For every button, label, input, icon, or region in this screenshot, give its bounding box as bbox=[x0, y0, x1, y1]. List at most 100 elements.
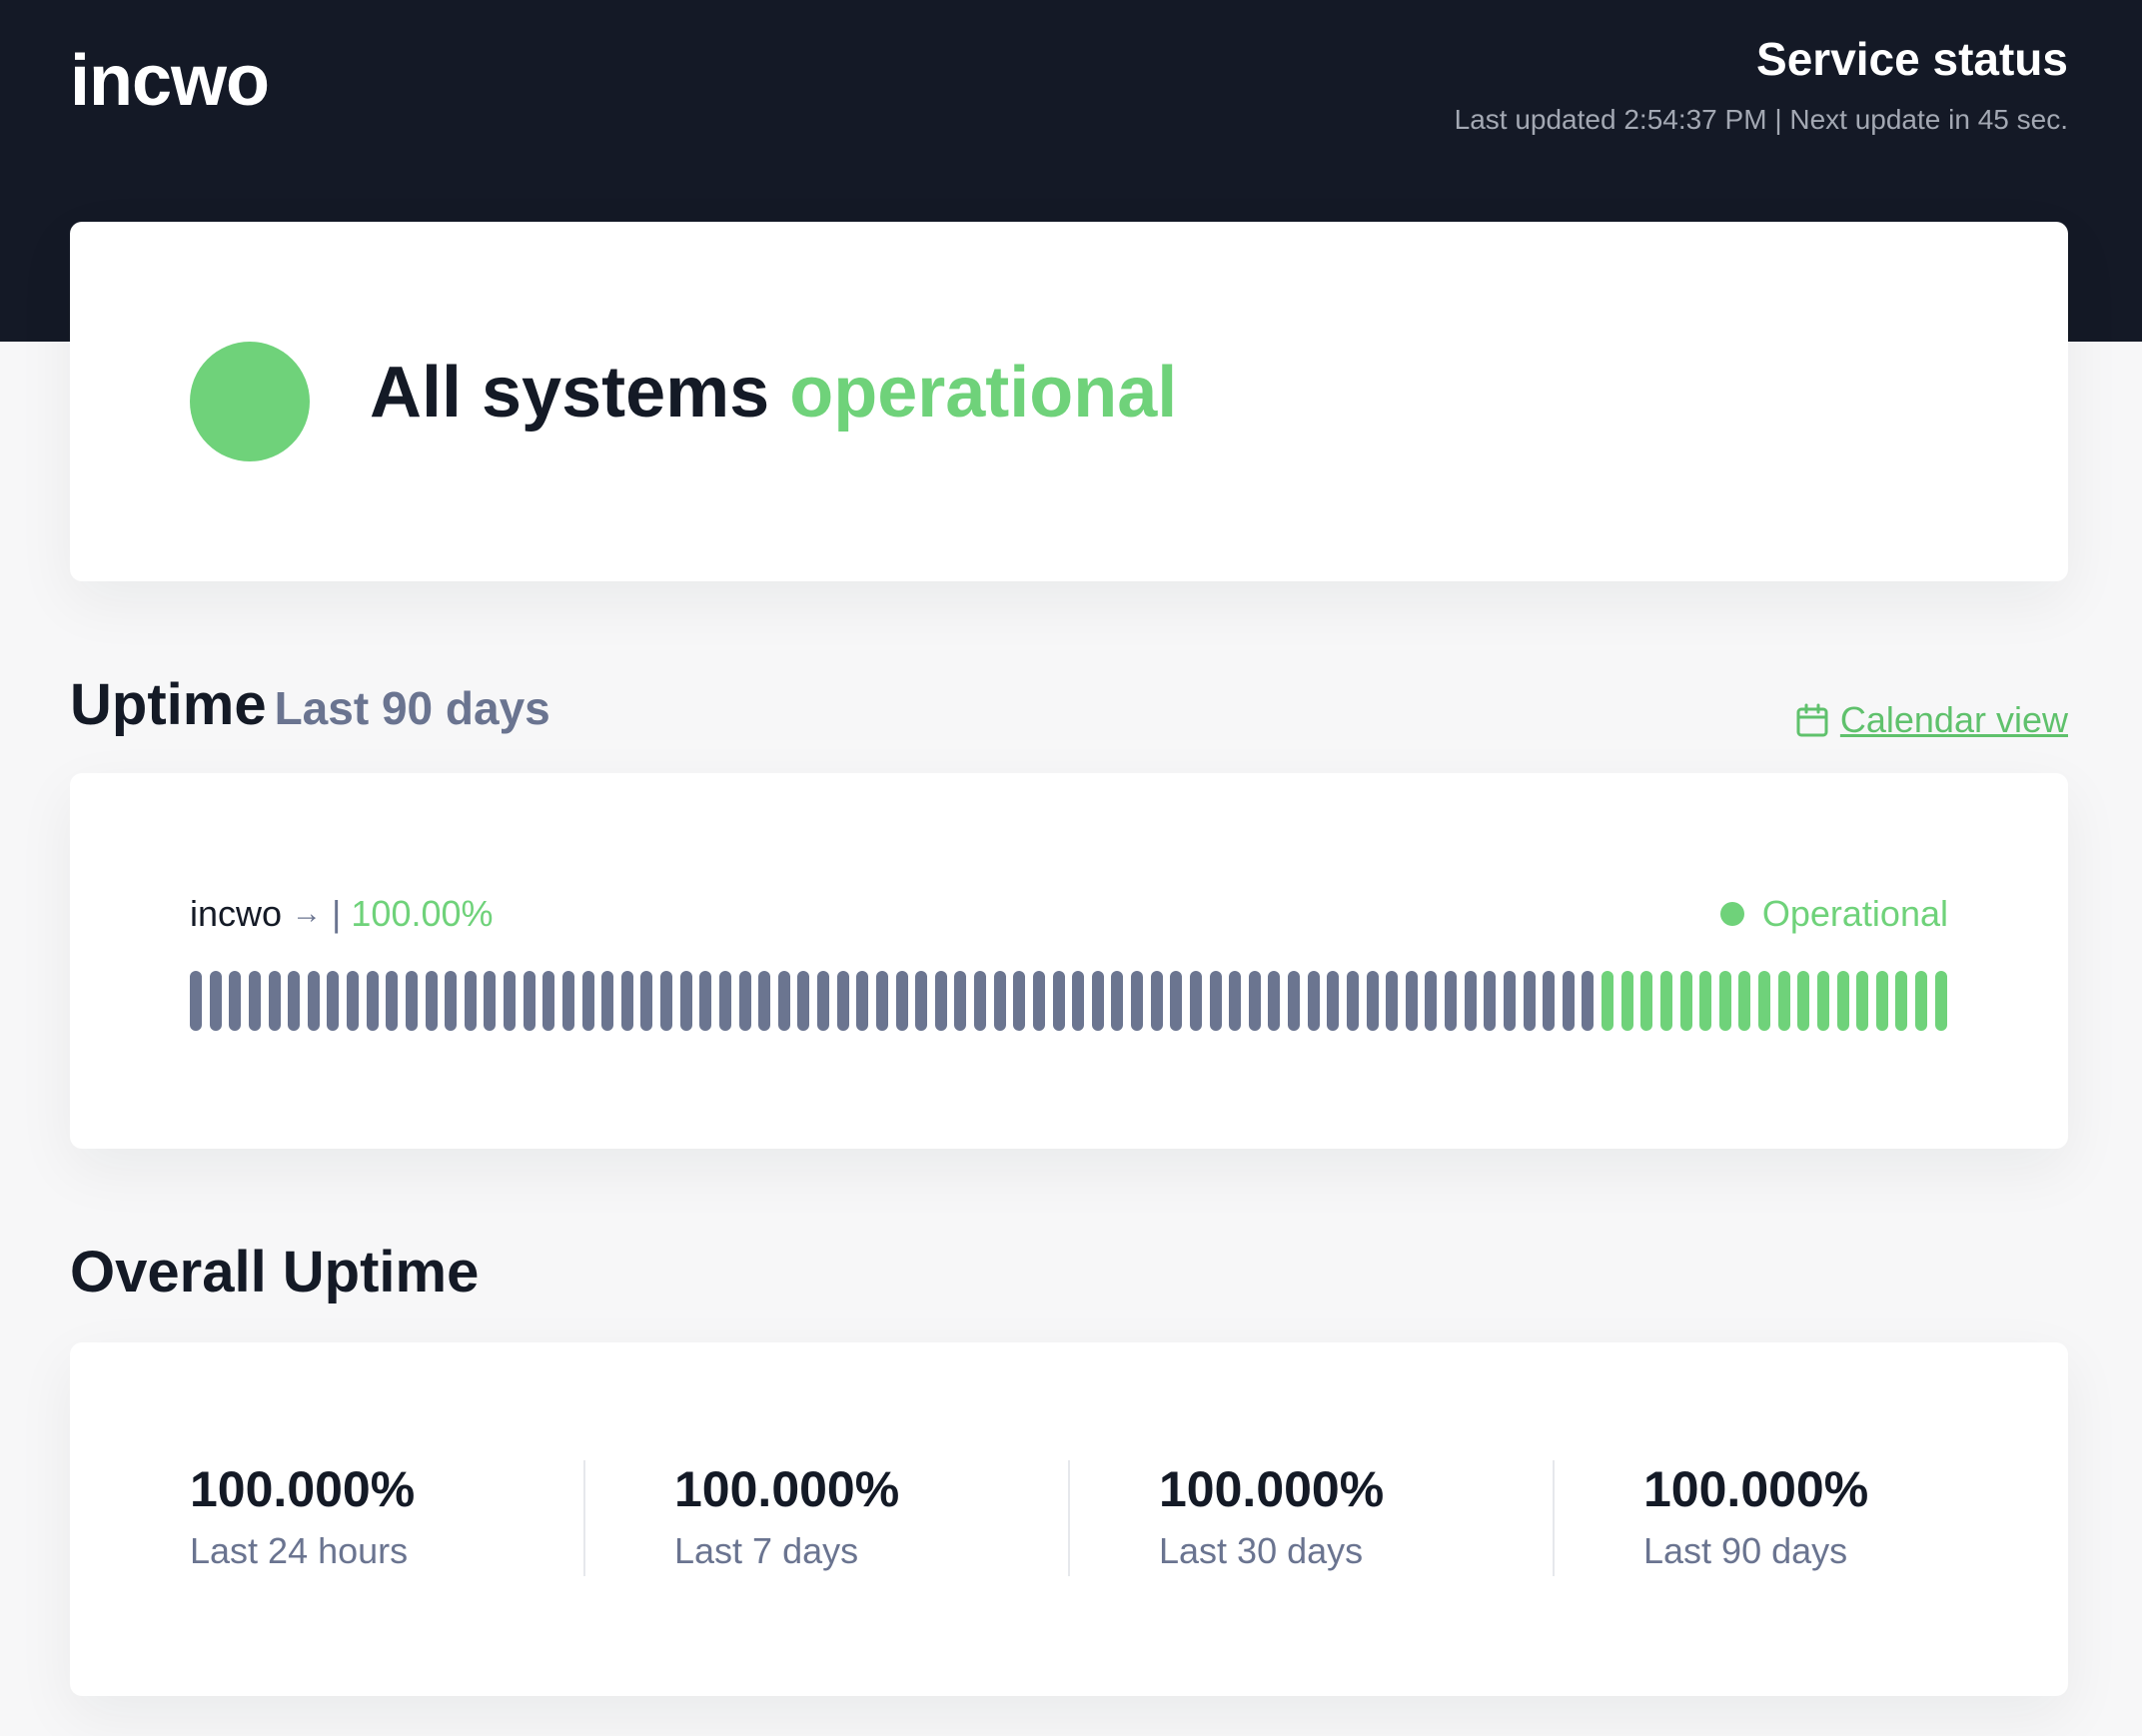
uptime-bar-no-data[interactable] bbox=[484, 971, 497, 1031]
uptime-bar-no-data[interactable] bbox=[542, 971, 555, 1031]
uptime-bar-no-data[interactable] bbox=[718, 971, 731, 1031]
uptime-bars bbox=[190, 971, 1948, 1031]
uptime-bar-no-data[interactable] bbox=[875, 971, 888, 1031]
uptime-bar-no-data[interactable] bbox=[1327, 971, 1340, 1031]
uptime-bar-no-data[interactable] bbox=[190, 971, 202, 1031]
uptime-bar-no-data[interactable] bbox=[1248, 971, 1261, 1031]
uptime-bar-no-data[interactable] bbox=[1111, 971, 1124, 1031]
uptime-bar-no-data[interactable] bbox=[1052, 971, 1065, 1031]
uptime-bar-operational[interactable] bbox=[1640, 971, 1653, 1031]
uptime-bar-no-data[interactable] bbox=[1170, 971, 1183, 1031]
uptime-bar-operational[interactable] bbox=[1659, 971, 1672, 1031]
uptime-bar-no-data[interactable] bbox=[523, 971, 536, 1031]
uptime-bar-no-data[interactable] bbox=[601, 971, 614, 1031]
uptime-bar-no-data[interactable] bbox=[817, 971, 829, 1031]
uptime-bar-operational[interactable] bbox=[1895, 971, 1908, 1031]
uptime-bar-no-data[interactable] bbox=[895, 971, 908, 1031]
uptime-bar-no-data[interactable] bbox=[620, 971, 633, 1031]
uptime-bar-no-data[interactable] bbox=[1386, 971, 1399, 1031]
uptime-bar-no-data[interactable] bbox=[1288, 971, 1300, 1031]
monitor-name[interactable]: incwo bbox=[190, 893, 282, 935]
uptime-bar-operational[interactable] bbox=[1816, 971, 1829, 1031]
uptime-bar-no-data[interactable] bbox=[1425, 971, 1438, 1031]
uptime-bar-no-data[interactable] bbox=[581, 971, 594, 1031]
uptime-bar-no-data[interactable] bbox=[288, 971, 301, 1031]
uptime-bar-no-data[interactable] bbox=[366, 971, 379, 1031]
uptime-bar-no-data[interactable] bbox=[386, 971, 399, 1031]
label-separator: | bbox=[332, 893, 342, 934]
uptime-bar-no-data[interactable] bbox=[1150, 971, 1163, 1031]
uptime-bar-no-data[interactable] bbox=[1543, 971, 1556, 1031]
uptime-bar-no-data[interactable] bbox=[1405, 971, 1418, 1031]
uptime-bar-no-data[interactable] bbox=[1503, 971, 1516, 1031]
uptime-bar-no-data[interactable] bbox=[1091, 971, 1104, 1031]
uptime-bar-no-data[interactable] bbox=[464, 971, 477, 1031]
uptime-bar-operational[interactable] bbox=[1738, 971, 1751, 1031]
uptime-bar-no-data[interactable] bbox=[797, 971, 810, 1031]
uptime-bar-no-data[interactable] bbox=[836, 971, 849, 1031]
uptime-bar-no-data[interactable] bbox=[1582, 971, 1595, 1031]
uptime-bar-no-data[interactable] bbox=[307, 971, 320, 1031]
uptime-bar-no-data[interactable] bbox=[1484, 971, 1497, 1031]
uptime-bar-no-data[interactable] bbox=[209, 971, 222, 1031]
uptime-bar-no-data[interactable] bbox=[445, 971, 458, 1031]
uptime-bar-no-data[interactable] bbox=[1464, 971, 1477, 1031]
uptime-bar-no-data[interactable] bbox=[268, 971, 281, 1031]
uptime-bar-operational[interactable] bbox=[1620, 971, 1633, 1031]
uptime-bar-no-data[interactable] bbox=[679, 971, 692, 1031]
calendar-view-link[interactable]: Calendar view bbox=[1796, 699, 2068, 741]
arrow-right-icon[interactable]: → bbox=[292, 897, 322, 931]
uptime-bar-operational[interactable] bbox=[1856, 971, 1869, 1031]
uptime-bar-operational[interactable] bbox=[1836, 971, 1849, 1031]
uptime-bar-operational[interactable] bbox=[1934, 971, 1947, 1031]
uptime-bar-operational[interactable] bbox=[1699, 971, 1712, 1031]
uptime-bar-operational[interactable] bbox=[1797, 971, 1810, 1031]
uptime-bar-no-data[interactable] bbox=[915, 971, 928, 1031]
uptime-bar-no-data[interactable] bbox=[738, 971, 751, 1031]
uptime-bar-no-data[interactable] bbox=[347, 971, 359, 1031]
uptime-bar-operational[interactable] bbox=[1777, 971, 1790, 1031]
uptime-bar-no-data[interactable] bbox=[993, 971, 1006, 1031]
logo[interactable]: incwo bbox=[70, 40, 270, 122]
uptime-bar-no-data[interactable] bbox=[1072, 971, 1085, 1031]
uptime-bar-no-data[interactable] bbox=[1131, 971, 1143, 1031]
uptime-bar-no-data[interactable] bbox=[1268, 971, 1281, 1031]
uptime-bar-no-data[interactable] bbox=[327, 971, 340, 1031]
uptime-bar-no-data[interactable] bbox=[974, 971, 986, 1031]
uptime-bar-no-data[interactable] bbox=[660, 971, 672, 1031]
uptime-bar-no-data[interactable] bbox=[1229, 971, 1242, 1031]
uptime-bar-no-data[interactable] bbox=[561, 971, 574, 1031]
uptime-bar-no-data[interactable] bbox=[425, 971, 438, 1031]
uptime-bar-operational[interactable] bbox=[1679, 971, 1692, 1031]
uptime-bar-no-data[interactable] bbox=[1523, 971, 1536, 1031]
uptime-bar-no-data[interactable] bbox=[1013, 971, 1026, 1031]
stat-value: 100.000% bbox=[674, 1461, 900, 1517]
uptime-bar-no-data[interactable] bbox=[1209, 971, 1222, 1031]
uptime-bar-operational[interactable] bbox=[1602, 971, 1613, 1031]
uptime-period: Last 90 days bbox=[274, 682, 550, 734]
uptime-bar-no-data[interactable] bbox=[954, 971, 967, 1031]
uptime-bar-no-data[interactable] bbox=[777, 971, 790, 1031]
uptime-bar-no-data[interactable] bbox=[856, 971, 869, 1031]
uptime-bar-no-data[interactable] bbox=[1032, 971, 1045, 1031]
uptime-bar-no-data[interactable] bbox=[229, 971, 242, 1031]
page-title: Service status bbox=[1756, 33, 2068, 85]
uptime-bar-no-data[interactable] bbox=[1307, 971, 1320, 1031]
uptime-bar-no-data[interactable] bbox=[640, 971, 653, 1031]
uptime-bar-no-data[interactable] bbox=[504, 971, 516, 1031]
uptime-bar-operational[interactable] bbox=[1718, 971, 1731, 1031]
uptime-bar-no-data[interactable] bbox=[248, 971, 261, 1031]
uptime-bar-no-data[interactable] bbox=[758, 971, 771, 1031]
uptime-bar-operational[interactable] bbox=[1875, 971, 1888, 1031]
uptime-bar-no-data[interactable] bbox=[1346, 971, 1359, 1031]
uptime-bar-no-data[interactable] bbox=[1562, 971, 1575, 1031]
uptime-bar-no-data[interactable] bbox=[1445, 971, 1457, 1031]
uptime-section-title: Uptime Last 90 days bbox=[70, 671, 550, 738]
uptime-bar-no-data[interactable] bbox=[1366, 971, 1379, 1031]
uptime-bar-operational[interactable] bbox=[1915, 971, 1927, 1031]
uptime-bar-no-data[interactable] bbox=[1189, 971, 1202, 1031]
uptime-bar-no-data[interactable] bbox=[699, 971, 712, 1031]
uptime-bar-no-data[interactable] bbox=[405, 971, 418, 1031]
uptime-bar-no-data[interactable] bbox=[934, 971, 947, 1031]
uptime-bar-operational[interactable] bbox=[1758, 971, 1770, 1031]
